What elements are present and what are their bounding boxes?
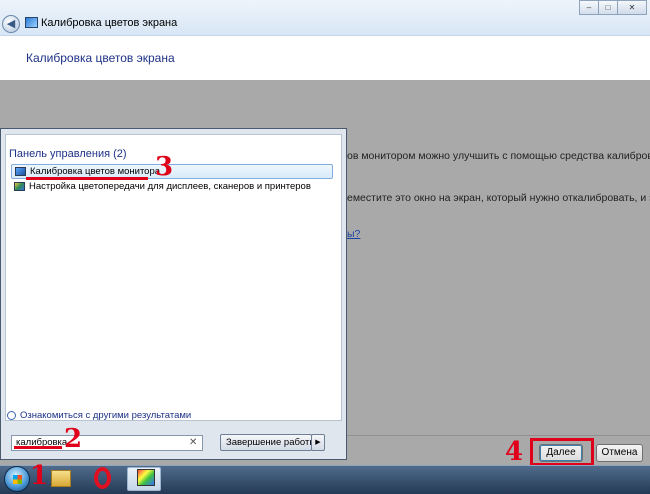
page-title: Калибровка цветов экрана [26,51,175,65]
chevron-right-icon: ▶ [315,439,321,446]
shutdown-button[interactable]: Завершение работы [220,434,316,451]
cancel-button[interactable]: Отмена [596,444,643,462]
display-calibration-icon [15,167,26,176]
step-number-3: 3 [155,152,174,182]
result-label: Настройка цветопередачи для дисплеев, ск… [29,181,311,192]
start-button[interactable] [4,466,30,492]
see-more-results-link[interactable]: Ознакомиться с другими результатами [7,410,191,421]
step-number-4: 4 [505,437,524,467]
red-underline [14,446,62,449]
maximize-button[interactable]: □ [598,0,618,15]
intro-text-line-1: ов монитором можно улучшить с помощью ср… [347,150,650,162]
result-label: Калибровка цветов монитора [30,166,161,177]
step-number-1: 1 [30,461,49,491]
window-title: Калибровка цветов экрана [41,17,178,29]
intro-text-line-2: еместите это окно на экран, который нужн… [347,192,650,204]
results-group-header: Панель управления (2) [9,148,127,160]
color-management-icon [14,182,25,191]
step-number-2: 2 [64,424,83,454]
display-icon [25,17,38,28]
help-link[interactable]: ы? [347,228,360,240]
folder-icon [51,470,71,487]
opera-icon [94,467,111,489]
back-arrow-icon: ◀ [6,18,16,30]
see-more-results-label: Ознакомиться с другими результатами [20,410,192,421]
windows-orb-icon [13,475,22,484]
search-icon [7,411,16,420]
window-controls: – □ ✕ [579,0,647,16]
clear-search-icon[interactable]: ✕ [189,437,197,448]
control-panel-icon [137,469,155,486]
minimize-button[interactable]: – [579,0,599,15]
back-button[interactable]: ◀ [2,15,20,33]
close-button[interactable]: ✕ [617,0,647,15]
shutdown-options-button[interactable]: ▶ [311,434,325,451]
highlight-next-button [530,438,594,466]
